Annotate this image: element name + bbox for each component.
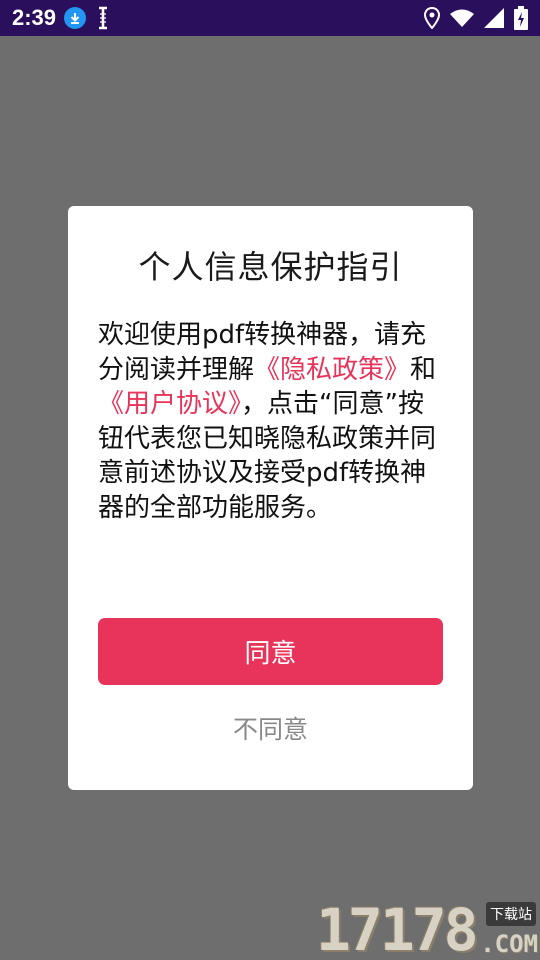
signal-icon (484, 8, 504, 28)
dialog-title: 个人信息保护指引 (138, 248, 403, 286)
status-icons (424, 6, 528, 30)
dialog-body: 欢迎使用pdf转换神器，请充分阅读并理解《隐私政策》和《用户协议》，点击“同意”… (98, 318, 443, 525)
location-icon (424, 7, 440, 29)
text-cursor-icon (98, 6, 108, 30)
status-bar: 2:39 (0, 0, 540, 36)
watermark-digits: 17178 (316, 896, 479, 960)
disagree-button[interactable]: 不同意 (98, 706, 443, 750)
user-agreement-link[interactable]: 《用户协议》 (98, 389, 241, 419)
body-text-2: 和 (410, 354, 437, 385)
watermark-tag: 下载站 (486, 902, 536, 926)
download-icon (64, 7, 87, 29)
agree-button[interactable]: 同意 (98, 618, 443, 685)
status-time: 2:39 (12, 5, 57, 30)
watermark-domain: .COM (480, 930, 538, 958)
privacy-policy-link[interactable]: 《隐私政策》 (254, 355, 410, 385)
privacy-dialog: 个人信息保护指引 欢迎使用pdf转换神器，请充分阅读并理解《隐私政策》和《用户协… (68, 206, 473, 790)
wifi-icon (450, 9, 474, 27)
battery-charging-icon (514, 6, 528, 30)
watermark-logo: 17178 下载站 .COM (316, 898, 540, 960)
